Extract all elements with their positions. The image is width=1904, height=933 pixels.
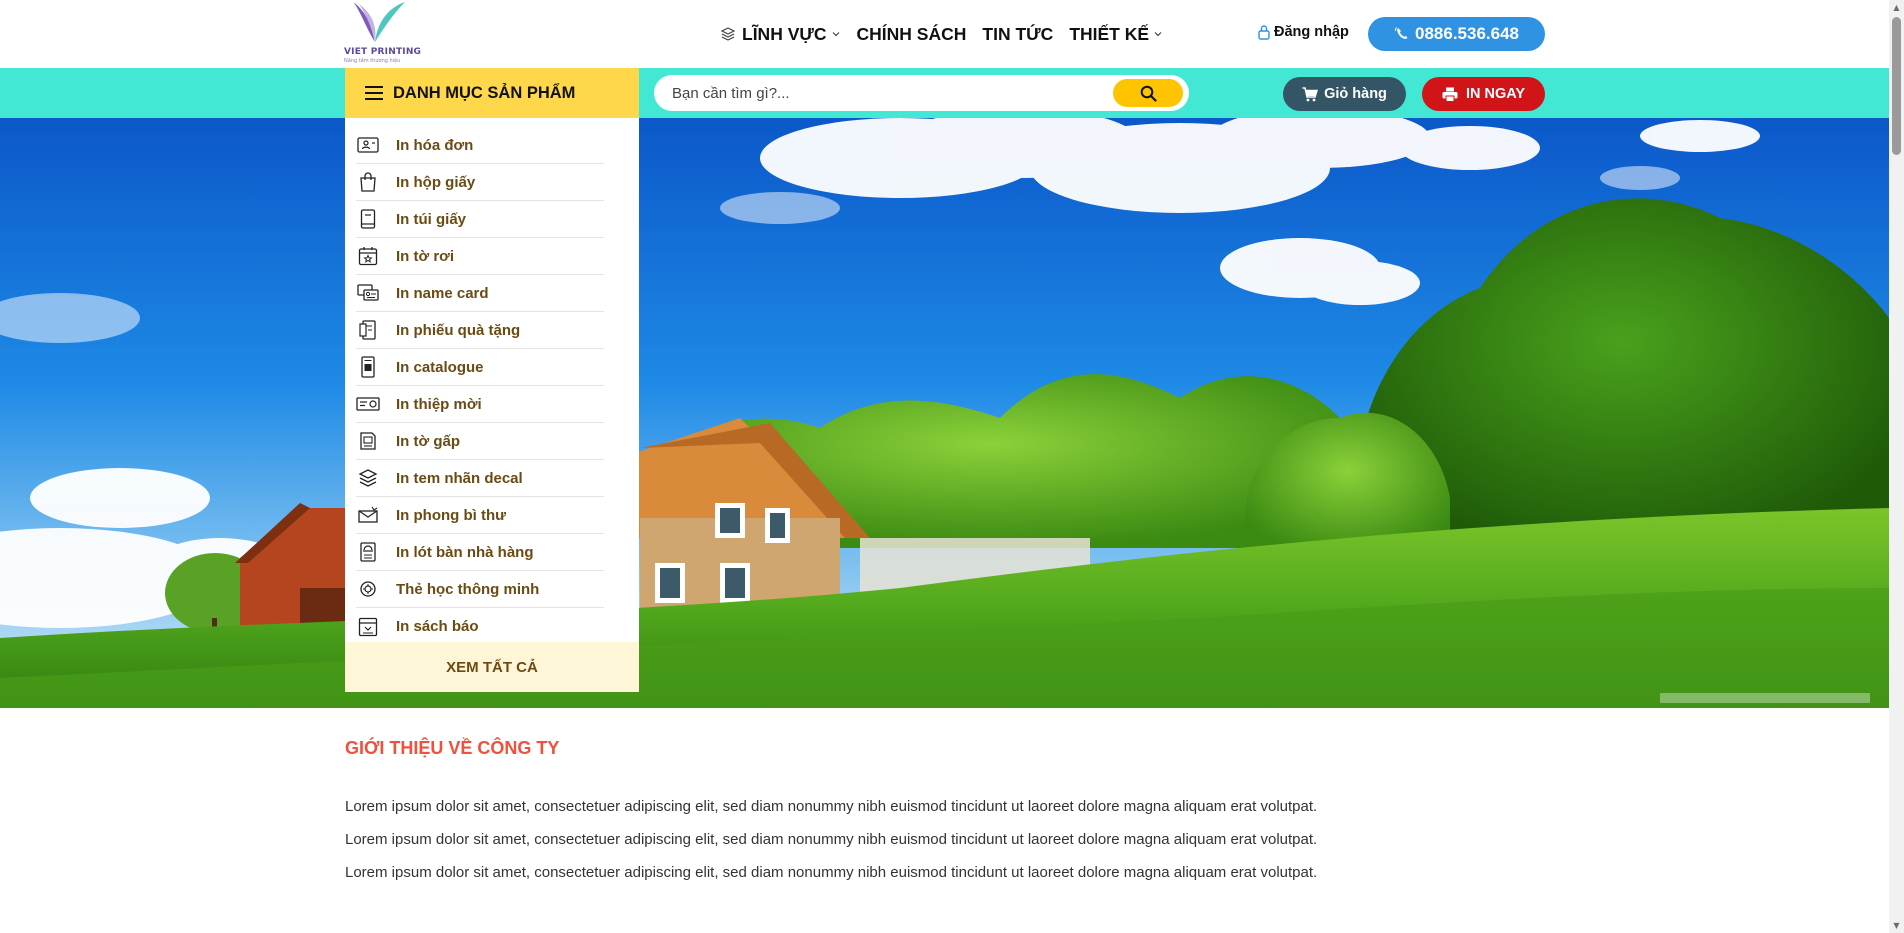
category-label: In tờ rơi bbox=[396, 247, 454, 265]
nav-item-chinh-sach[interactable]: CHÍNH SÁCH bbox=[857, 24, 967, 45]
cart-label: Giỏ hàng bbox=[1324, 86, 1387, 102]
login-link[interactable]: Đăng nhập bbox=[1257, 24, 1349, 40]
about-paragraph: Lorem ipsum dolor sit amet, consectetuer… bbox=[345, 798, 1318, 815]
business-card-icon bbox=[356, 281, 380, 305]
gift-voucher-icon bbox=[356, 318, 380, 342]
invitation-card-icon bbox=[356, 392, 380, 416]
nav-item-thiet-ke[interactable]: THIẾT KẾ bbox=[1069, 24, 1163, 45]
smart-card-icon bbox=[356, 577, 380, 601]
nav-item-linh-vuc[interactable]: LĨNH VỰC bbox=[720, 24, 841, 45]
placemat-icon bbox=[356, 540, 380, 564]
category-label: In tem nhãn decal bbox=[396, 469, 523, 487]
nav-item-label: THIẾT KẾ bbox=[1069, 23, 1150, 44]
about-section-title: GIỚI THIỆU VỀ CÔNG TY bbox=[345, 738, 560, 758]
main-nav: LĨNH VỰC CHÍNH SÁCH TIN TỨC THIẾT KẾ bbox=[720, 22, 1179, 46]
hero-banner[interactable] bbox=[0, 118, 1889, 708]
scrollbar-thumb[interactable] bbox=[1892, 17, 1901, 155]
login-label: Đăng nhập bbox=[1274, 24, 1349, 40]
id-card-icon bbox=[356, 133, 380, 157]
label-stack-icon bbox=[356, 466, 380, 490]
scroll-up-arrow-icon[interactable]: ▲ bbox=[1892, 3, 1901, 12]
category-menu: In hóa đơn In hộp giấy In túi giấy In tờ… bbox=[345, 118, 639, 692]
category-label: In tờ gấp bbox=[396, 432, 460, 450]
search-input[interactable] bbox=[672, 75, 1092, 111]
chevron-down-icon bbox=[832, 32, 839, 37]
lock-icon bbox=[1258, 25, 1270, 40]
calendar-star-icon bbox=[356, 244, 380, 268]
envelope-icon bbox=[356, 503, 380, 527]
nav-item-label: LĨNH VỰC bbox=[742, 23, 827, 44]
logo-mark-icon bbox=[353, 2, 405, 42]
nav-item-label: TIN TỨC bbox=[982, 23, 1054, 44]
category-item[interactable]: In tem nhãn decal bbox=[356, 460, 604, 497]
view-all-categories-button[interactable]: XEM TẤT CẢ bbox=[345, 642, 639, 692]
folded-leaflet-icon bbox=[356, 429, 380, 453]
nav-item-label: CHÍNH SÁCH bbox=[856, 23, 967, 44]
category-label: Thẻ học thông minh bbox=[396, 580, 540, 598]
category-item[interactable]: In hóa đơn bbox=[356, 127, 604, 164]
category-item[interactable]: In túi giấy bbox=[356, 201, 604, 238]
category-item[interactable]: In tờ gấp bbox=[356, 423, 604, 460]
logo[interactable]: VIET PRINTING Nâng tầm thương hiệu bbox=[344, 0, 421, 66]
category-item[interactable]: In thiệp mời bbox=[356, 386, 604, 423]
category-item[interactable]: Thẻ học thông minh bbox=[356, 571, 604, 608]
category-label: In catalogue bbox=[396, 358, 484, 376]
category-label: In túi giấy bbox=[396, 210, 467, 228]
category-menu-toggle[interactable]: DANH MỤC SẢN PHẨM bbox=[345, 68, 639, 118]
layers-icon bbox=[720, 27, 736, 41]
category-label: In name card bbox=[396, 284, 489, 302]
category-item[interactable]: In tờ rơi bbox=[356, 238, 604, 275]
category-item[interactable]: In phiếu quà tặng bbox=[356, 312, 604, 349]
hotline-label: 0886.536.648 bbox=[1415, 24, 1519, 43]
category-item[interactable]: In name card bbox=[356, 275, 604, 312]
cart-icon bbox=[1302, 86, 1319, 101]
nav-item-tin-tuc[interactable]: TIN TỨC bbox=[982, 24, 1053, 45]
scroll-down-arrow-icon[interactable]: ▼ bbox=[1892, 921, 1901, 930]
category-label: In phong bì thư bbox=[396, 506, 506, 524]
category-item[interactable]: In sách báo bbox=[356, 608, 604, 645]
about-paragraph: Lorem ipsum dolor sit amet, consectetuer… bbox=[345, 864, 1318, 881]
shopping-bag-icon bbox=[356, 170, 380, 194]
chevron-down-icon bbox=[1154, 32, 1162, 37]
search-icon bbox=[1140, 85, 1157, 102]
category-item[interactable]: In phong bì thư bbox=[356, 497, 604, 534]
category-label: In thiệp mời bbox=[396, 395, 482, 413]
category-item[interactable]: In catalogue bbox=[356, 349, 604, 386]
hotline-button[interactable]: 0886.536.648 bbox=[1368, 17, 1545, 51]
category-label: In sách báo bbox=[396, 618, 479, 635]
catalogue-icon bbox=[356, 355, 380, 379]
category-item[interactable]: In lót bàn nhà hàng bbox=[356, 534, 604, 571]
printer-icon bbox=[1442, 87, 1458, 102]
category-item[interactable]: In hộp giấy bbox=[356, 164, 604, 201]
category-menu-title: DANH MỤC SẢN PHẨM bbox=[393, 83, 576, 102]
top-header: VIET PRINTING Nâng tầm thương hiệu LĨNH … bbox=[0, 0, 1889, 68]
category-label: In lót bàn nhà hàng bbox=[396, 543, 534, 561]
logo-tagline: Nâng tầm thương hiệu bbox=[344, 58, 401, 64]
search-box bbox=[654, 75, 1189, 111]
search-button[interactable] bbox=[1113, 79, 1183, 107]
category-label: In phiếu quà tặng bbox=[396, 321, 521, 339]
about-paragraph: Lorem ipsum dolor sit amet, consectetuer… bbox=[345, 831, 1318, 848]
book-icon bbox=[356, 207, 380, 231]
phone-icon bbox=[1395, 27, 1408, 39]
print-now-label: IN NGAY bbox=[1465, 86, 1526, 102]
print-now-button[interactable]: IN NGAY bbox=[1422, 77, 1545, 111]
category-label: In hóa đơn bbox=[396, 136, 474, 154]
hero-landscape-image bbox=[0, 118, 1889, 708]
page-scrollbar[interactable]: ▲ ▼ bbox=[1889, 0, 1904, 933]
category-label: In hộp giấy bbox=[396, 173, 476, 191]
hamburger-icon bbox=[365, 86, 383, 100]
logo-brand: VIET PRINTING bbox=[344, 47, 422, 57]
newspaper-icon bbox=[356, 615, 380, 639]
cart-button[interactable]: Giỏ hàng bbox=[1283, 77, 1406, 111]
